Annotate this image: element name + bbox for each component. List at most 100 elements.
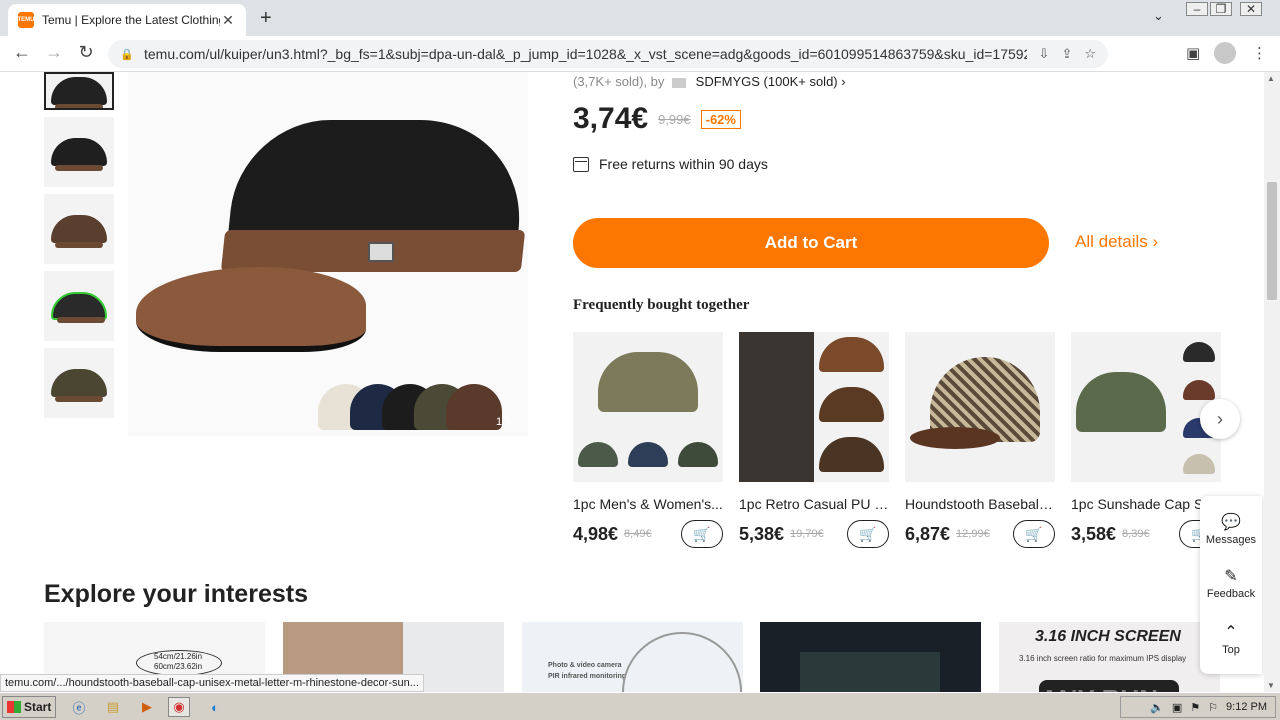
free-returns: Free returns within 90 days xyxy=(573,156,768,172)
product-old-price: 8,39€ xyxy=(1122,528,1150,540)
file-explorer-icon[interactable]: ▤ xyxy=(102,697,124,717)
install-app-icon[interactable]: ⇩ xyxy=(1039,46,1050,62)
main-product-image[interactable]: 1/5 xyxy=(128,72,531,436)
product-name[interactable]: Houndstooth Baseball ... xyxy=(905,496,1055,512)
internet-explorer-icon[interactable]: ⓔ xyxy=(68,697,90,717)
product-image[interactable] xyxy=(573,332,723,482)
start-button[interactable]: Start xyxy=(2,696,56,718)
kebab-menu-icon[interactable]: ⋮ xyxy=(1252,44,1267,62)
thumbnail-3[interactable] xyxy=(44,194,114,264)
profile-avatar[interactable] xyxy=(1214,42,1236,64)
thumbnail-1[interactable] xyxy=(44,72,114,110)
all-details-label: All details xyxy=(1075,232,1148,251)
product-old-price: 19,79€ xyxy=(790,528,824,540)
reload-icon[interactable]: ↻ xyxy=(74,42,98,63)
product-price-row: 6,87€ 12,99€ 🛒 xyxy=(905,520,1055,548)
messages-label: Messages xyxy=(1205,534,1257,546)
product-card[interactable]: 1pc Men's & Women's... 4,98€ 8,49€ 🛒 xyxy=(573,332,723,548)
tab-title: Temu | Explore the Latest Clothing, B xyxy=(42,13,220,27)
browser-tab[interactable]: TEMU Temu | Explore the Latest Clothing,… xyxy=(8,4,246,36)
add-to-cart-icon[interactable]: 🛒 xyxy=(847,520,889,548)
edge-icon[interactable]: ◐ xyxy=(204,697,226,717)
volume-icon[interactable]: 🔈 xyxy=(1150,701,1164,714)
price-row: 3,74€ 9,99€ -62% xyxy=(573,102,741,136)
floating-side-panel: 💬 Messages ✎ Feedback ⌃ Top xyxy=(1200,496,1262,674)
product-image[interactable] xyxy=(905,332,1055,482)
sold-count: (3,7K+ sold), by xyxy=(573,74,665,89)
interest-card-label: 54cm/21.26in 60cm/23.62in xyxy=(154,652,203,671)
sold-and-store: (3,7K+ sold), by SDFMYGS (100K+ sold) › xyxy=(573,74,846,89)
thumbnail-5[interactable] xyxy=(44,348,114,418)
forward-icon[interactable]: → xyxy=(42,42,66,63)
product-card[interactable]: 1pc Sunshade Cap Sol... 3,58€ 8,39€ 🛒 xyxy=(1071,332,1221,548)
flag-icon[interactable]: ⚐ xyxy=(1208,701,1218,714)
link-status-bar: temu.com/.../houndstooth-baseball-cap-un… xyxy=(0,674,424,692)
edit-icon: ✎ xyxy=(1224,568,1238,585)
carousel-next-chevron-icon[interactable]: › xyxy=(1200,399,1240,439)
share-icon[interactable]: ⇪ xyxy=(1061,46,1072,62)
add-to-cart-icon[interactable]: 🛒 xyxy=(681,520,723,548)
interest-card[interactable] xyxy=(760,622,981,692)
thumbnail-4[interactable] xyxy=(44,271,114,341)
network-icon[interactable]: ▣ xyxy=(1172,701,1182,714)
close-tab-icon[interactable]: ✕ xyxy=(220,12,236,29)
anyrun-watermark: ANY RUN xyxy=(1040,684,1158,692)
original-price: 9,99€ xyxy=(658,111,691,127)
interest-card[interactable]: 3.16 INCH SCREEN 3.16 inch screen ratio … xyxy=(999,622,1220,692)
scroll-up-arrow-icon[interactable]: ▲ xyxy=(1267,74,1275,83)
clock[interactable]: 9:12 PM xyxy=(1226,701,1267,713)
back-icon[interactable]: ← xyxy=(10,42,34,63)
messages-button[interactable]: 💬 Messages xyxy=(1200,512,1262,546)
product-price-row: 4,98€ 8,49€ 🛒 xyxy=(573,520,723,548)
top-button[interactable]: ⌃ Top xyxy=(1200,622,1262,656)
new-tab-icon[interactable]: + xyxy=(260,7,272,30)
close-window-icon[interactable]: ✕ xyxy=(1240,2,1262,16)
chrome-icon[interactable]: ◉ xyxy=(168,697,190,717)
product-card[interactable]: Houndstooth Baseball ... 6,87€ 12,99€ 🛒 xyxy=(905,332,1055,548)
address-bar[interactable]: 🔒 temu.com/ul/kuiper/un3.html?_bg_fs=1&s… xyxy=(108,40,1108,68)
thumbnail-2[interactable] xyxy=(44,117,114,187)
product-image[interactable] xyxy=(1071,332,1221,482)
message-icon: 💬 xyxy=(1221,514,1241,531)
product-card[interactable]: 1pc Retro Casual PU L... 5,38€ 19,79€ 🛒 xyxy=(739,332,889,548)
feedback-label: Feedback xyxy=(1206,588,1256,600)
scrollbar-thumb[interactable] xyxy=(1267,182,1277,300)
bookmark-star-icon[interactable]: ☆ xyxy=(1084,46,1096,62)
feedback-button[interactable]: ✎ Feedback xyxy=(1200,566,1262,600)
tab-search-chevron-icon[interactable]: ⌄ xyxy=(1153,8,1164,24)
frequently-bought-heading: Frequently bought together xyxy=(573,297,750,313)
start-label: Start xyxy=(24,700,52,714)
product-image[interactable] xyxy=(739,332,889,482)
security-icon[interactable]: ⚑ xyxy=(1190,701,1200,714)
restore-window-icon[interactable]: ❐ xyxy=(1210,2,1232,16)
product-price: 5,38€ xyxy=(739,523,785,544)
store-link[interactable]: SDFMYGS (100K+ sold) xyxy=(696,74,838,89)
free-returns-text: Free returns within 90 days xyxy=(599,156,768,172)
product-name[interactable]: 1pc Retro Casual PU L... xyxy=(739,496,889,512)
color-variant-brown xyxy=(446,384,502,430)
lock-icon: 🔒 xyxy=(120,48,134,61)
media-player-icon[interactable]: ▶ xyxy=(136,697,158,717)
url-text[interactable]: temu.com/ul/kuiper/un3.html?_bg_fs=1&sub… xyxy=(144,46,1027,62)
all-details-link[interactable]: All details › xyxy=(1075,232,1158,252)
product-price-row: 3,58€ 8,39€ 🛒 xyxy=(1071,520,1221,548)
chevron-right-icon: › xyxy=(1152,232,1159,251)
add-to-cart-icon[interactable]: 🛒 xyxy=(1013,520,1055,548)
page-scrollbar[interactable]: ▲ ▼ xyxy=(1264,72,1280,692)
interest-card[interactable]: Photo & video camera PIR infrared monito… xyxy=(522,622,743,692)
add-to-cart-button[interactable]: Add to Cart xyxy=(573,218,1049,268)
frequently-bought-carousel: 1pc Men's & Women's... 4,98€ 8,49€ 🛒 1pc… xyxy=(573,332,1221,552)
windows-logo-icon xyxy=(7,701,21,713)
cap-brim xyxy=(136,267,366,352)
product-name[interactable]: 1pc Men's & Women's... xyxy=(573,496,723,512)
product-price-row: 5,38€ 19,79€ 🛒 xyxy=(739,520,889,548)
product-name[interactable]: 1pc Sunshade Cap Sol... xyxy=(1071,496,1221,512)
side-panel-icon[interactable]: ▣ xyxy=(1186,44,1200,62)
scroll-down-arrow-icon[interactable]: ▼ xyxy=(1267,681,1275,690)
store-chevron-icon[interactable]: › xyxy=(841,74,845,89)
discount-badge: -62% xyxy=(700,109,741,129)
explore-heading: Explore your interests xyxy=(44,580,308,608)
minimize-window-icon[interactable]: – xyxy=(1186,2,1208,16)
return-box-icon xyxy=(573,156,589,172)
system-tray: 🔈 ▣ ⚑ ⚐ 9:12 PM xyxy=(1120,696,1276,718)
